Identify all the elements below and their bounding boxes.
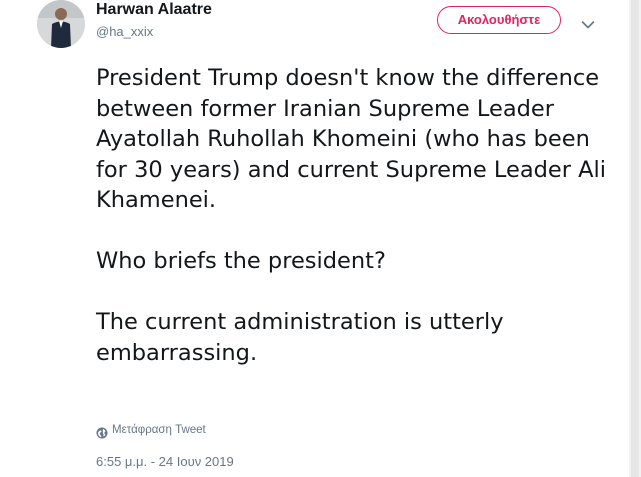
follow-button[interactable]: Ακολουθήστε	[437, 6, 561, 34]
translate-label: Μετάφραση Tweet	[112, 424, 206, 436]
user-name[interactable]: Harwan Alaatre	[96, 1, 212, 19]
user-handle[interactable]: @ha_xxix	[96, 24, 153, 39]
tweet-card: Harwan Alaatre @ha_xxix Ακολουθήστε Pres…	[0, 0, 641, 477]
scrollbar-thumb[interactable]	[631, 0, 639, 477]
translate-tweet-link[interactable]: Μετάφραση Tweet	[96, 422, 206, 439]
avatar[interactable]	[37, 0, 85, 48]
chevron-down-icon[interactable]	[581, 15, 595, 29]
tweet-timestamp[interactable]: 6:55 μ.μ. - 24 Ιουν 2019	[96, 454, 234, 469]
globe-icon	[96, 424, 108, 439]
tweet-text: President Trump doesn't know the differe…	[96, 65, 607, 366]
